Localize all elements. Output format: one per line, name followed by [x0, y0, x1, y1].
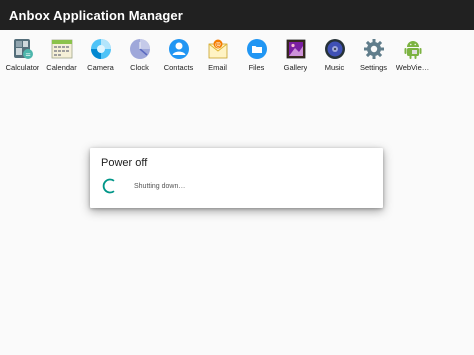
- power-off-dialog: Power off Shutting down…: [90, 148, 383, 208]
- files-icon: [246, 39, 267, 59]
- app-label: Calendar: [46, 63, 77, 72]
- camera-icon: [90, 39, 111, 59]
- svg-text:=: =: [25, 51, 31, 59]
- clock-icon: [129, 39, 150, 59]
- app-label: WebVie…: [395, 63, 430, 72]
- app-label: Files: [248, 63, 265, 72]
- android-icon: [404, 41, 421, 59]
- progress-spinner-icon: [102, 178, 115, 194]
- calculator-icon: =: [13, 39, 33, 59]
- app-gallery[interactable]: Gallery: [276, 36, 315, 72]
- app-files[interactable]: Files: [237, 36, 276, 72]
- window-title: Anbox Application Manager: [9, 8, 183, 23]
- calendar-icon: [51, 39, 72, 59]
- window-titlebar: Anbox Application Manager: [0, 0, 474, 30]
- app-label: Gallery: [283, 63, 308, 72]
- settings-icon: [363, 39, 384, 59]
- app-label: Settings: [359, 63, 388, 72]
- app-music[interactable]: Music: [315, 36, 354, 72]
- app-label: Clock: [130, 63, 149, 72]
- email-icon: @: [208, 39, 227, 59]
- app-label: Calculator: [5, 63, 40, 72]
- app-label: Music: [324, 63, 345, 72]
- app-calendar[interactable]: Calendar: [42, 36, 81, 72]
- app-label: Contacts: [163, 63, 194, 72]
- contacts-icon: [168, 39, 189, 59]
- dialog-title: Power off: [101, 157, 148, 169]
- app-settings[interactable]: Settings: [354, 36, 393, 72]
- gallery-icon: [286, 39, 305, 59]
- music-icon: [324, 39, 345, 59]
- app-label: Email: [208, 63, 227, 72]
- app-clock[interactable]: Clock: [120, 36, 159, 72]
- app-label: Camera: [87, 63, 114, 72]
- app-email[interactable]: @ Email: [198, 36, 237, 72]
- svg-text:@: @: [215, 41, 221, 48]
- app-camera[interactable]: Camera: [81, 36, 120, 72]
- app-webview[interactable]: WebVie…: [393, 36, 432, 72]
- app-launcher: = Calculator Calendar Camera Clock Conta…: [0, 30, 474, 355]
- dialog-message: Shutting down…: [134, 183, 186, 190]
- app-grid: = Calculator Calendar Camera Clock Conta…: [3, 36, 432, 72]
- app-contacts[interactable]: Contacts: [159, 36, 198, 72]
- app-calculator[interactable]: = Calculator: [3, 36, 42, 72]
